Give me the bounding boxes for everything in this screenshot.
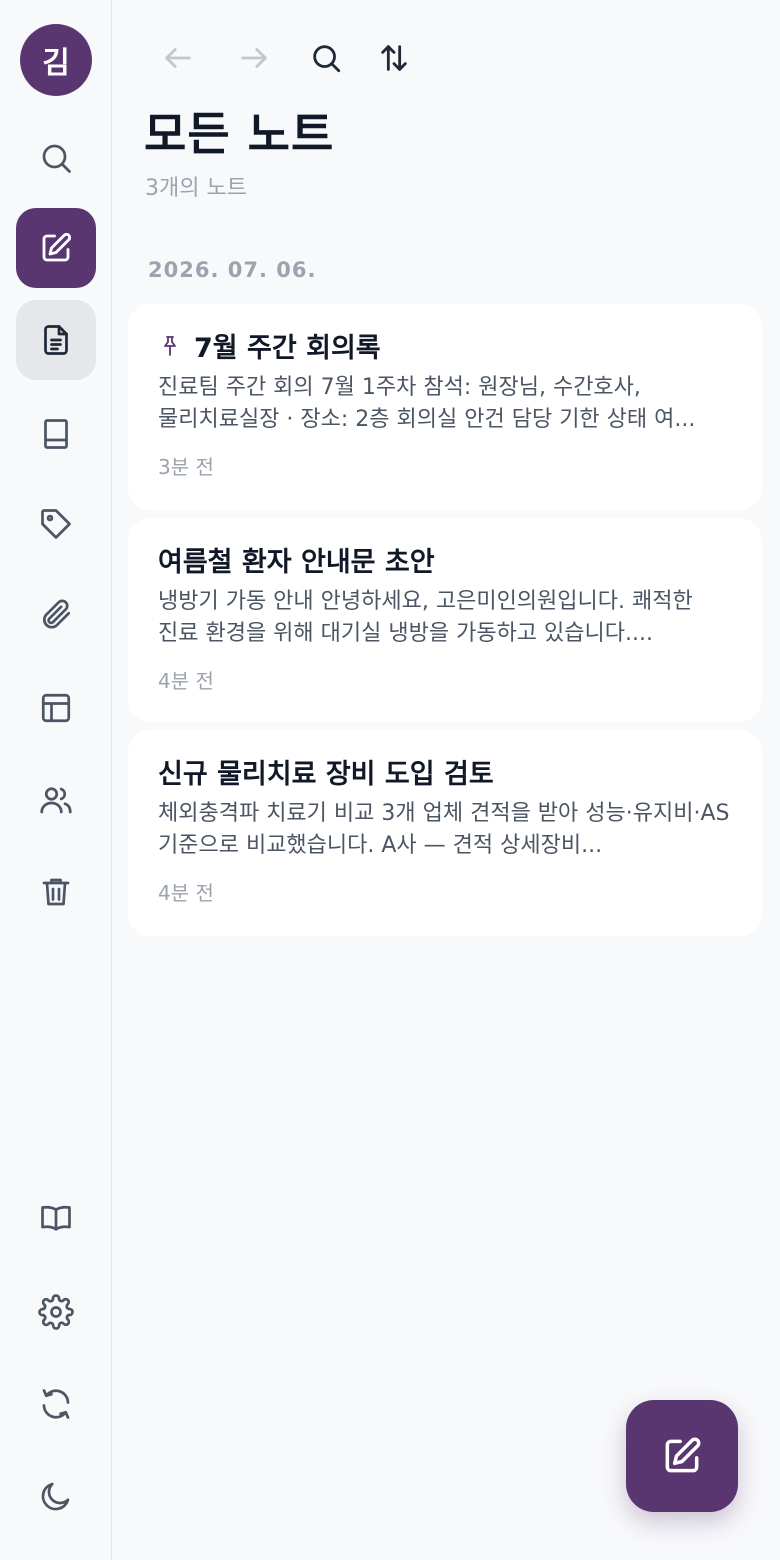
sort-button[interactable]	[374, 38, 414, 78]
sidebar-new-note-button[interactable]	[16, 208, 96, 288]
tag-icon	[41, 509, 71, 539]
pin-icon	[158, 334, 182, 358]
note-preview: 체외충격파 치료기 비교 3개 업체 견적을 받아 성능·유지비·AS 기준으로…	[158, 801, 730, 858]
sidebar-sync-button[interactable]	[16, 1364, 96, 1444]
sidebar-trash-button[interactable]	[16, 852, 96, 932]
date-group-header: 2026. 07. 06.	[148, 258, 317, 282]
sidebar-settings-button[interactable]	[16, 1272, 96, 1352]
note-title: 신규 물리치료 장비 도입 검토	[158, 752, 494, 791]
document-icon	[44, 325, 68, 355]
note-preview: 진료팀 주간 회의 7월 1주차 참석: 원장님, 수간호사, 물리치료실장 ·…	[158, 375, 696, 432]
arrow-right-icon	[241, 48, 267, 68]
note-card[interactable]: 여름철 환자 안내문 초안 냉방기 가동 안내 안녕하세요, 고은미인의원입니다…	[128, 518, 762, 722]
paperclip-icon	[42, 599, 71, 629]
edit-icon	[42, 232, 72, 262]
note-timestamp: 4분 전	[158, 669, 214, 693]
sidebar-shared-button[interactable]	[16, 760, 96, 840]
book-icon	[44, 419, 68, 449]
sidebar: 김	[0, 0, 112, 1560]
sidebar-dark-mode-button[interactable]	[16, 1456, 96, 1536]
note-title: 7월 주간 회의록	[158, 326, 381, 365]
search-button[interactable]	[306, 38, 346, 78]
open-book-icon	[41, 1205, 71, 1231]
note-card[interactable]: 신규 물리치료 장비 도입 검토 체외충격파 치료기 비교 3개 업체 견적을 …	[128, 730, 762, 936]
note-card[interactable]: 7월 주간 회의록 진료팀 주간 회의 7월 1주차 참석: 원장님, 수간호사…	[128, 304, 762, 510]
sort-icon	[381, 45, 407, 71]
page-title: 모든 노트	[144, 107, 335, 161]
sync-icon	[42, 1389, 70, 1419]
note-title-text: 여름철 환자 안내문 초안	[158, 547, 435, 578]
sidebar-search-button[interactable]	[16, 118, 96, 198]
sidebar-notebooks-button[interactable]	[16, 394, 96, 474]
search-icon	[313, 45, 341, 73]
new-note-fab[interactable]	[626, 1400, 738, 1512]
gear-icon	[38, 1294, 74, 1330]
sidebar-attachments-button[interactable]	[16, 574, 96, 654]
note-preview: 냉방기 가동 안내 안녕하세요, 고은미인의원입니다. 쾌적한 진료 환경을 위…	[158, 589, 693, 646]
table-icon	[41, 693, 71, 723]
sidebar-tags-button[interactable]	[16, 484, 96, 564]
note-title-text: 신규 물리치료 장비 도입 검토	[158, 759, 494, 790]
users-icon	[40, 787, 72, 814]
trash-icon	[42, 878, 70, 906]
sidebar-guide-button[interactable]	[16, 1178, 96, 1258]
avatar[interactable]: 김	[20, 24, 92, 96]
app-root: 김 모든 노트 3개의 노트 2026. 07. 06. 7월 주간 회의록 진…	[0, 0, 780, 1560]
search-icon	[42, 144, 71, 173]
main-panel: 모든 노트 3개의 노트 2026. 07. 06. 7월 주간 회의록 진료팀…	[112, 0, 780, 1560]
sidebar-all-notes-button[interactable]	[16, 300, 96, 380]
back-button[interactable]	[158, 38, 198, 78]
note-timestamp: 4분 전	[158, 881, 214, 905]
sidebar-table-button[interactable]	[16, 668, 96, 748]
arrow-left-icon	[165, 48, 191, 68]
edit-icon	[665, 1437, 701, 1473]
moon-icon	[41, 1482, 70, 1511]
note-title-text: 7월 주간 회의록	[194, 333, 381, 364]
note-title: 여름철 환자 안내문 초안	[158, 540, 435, 579]
note-count: 3개의 노트	[145, 176, 247, 201]
forward-button[interactable]	[234, 38, 274, 78]
note-timestamp: 3분 전	[158, 455, 214, 479]
